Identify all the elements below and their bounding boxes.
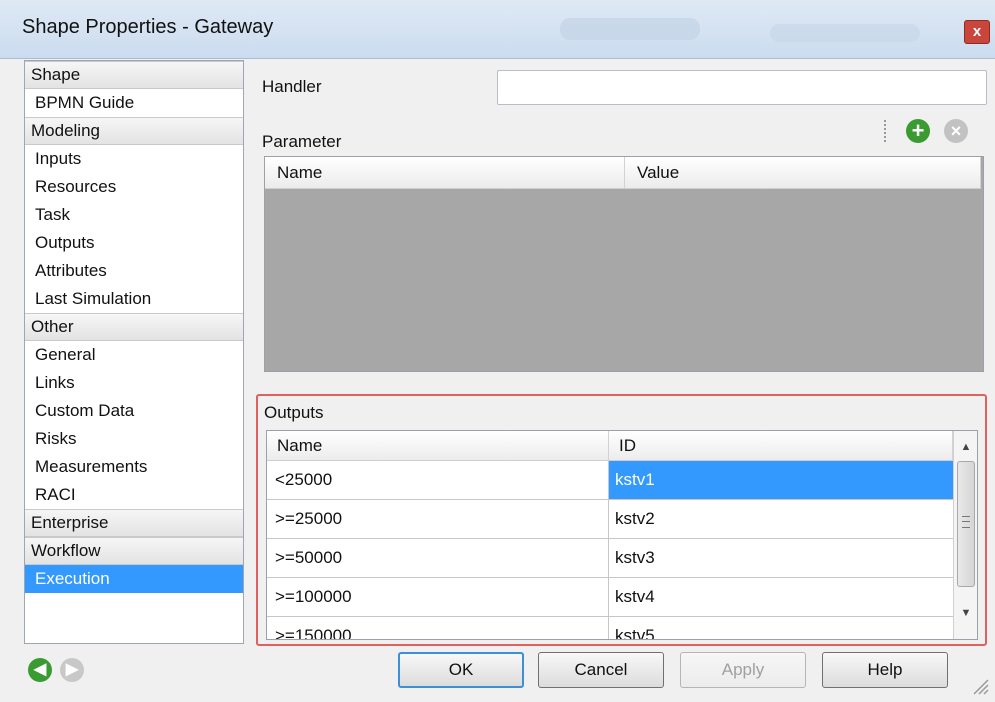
- nav-category-enterprise[interactable]: Enterprise: [25, 509, 243, 537]
- table-row[interactable]: <25000 kstv1: [267, 461, 953, 500]
- nav-item-custom-data[interactable]: Custom Data: [25, 397, 243, 425]
- output-id-cell[interactable]: kstv5: [609, 617, 953, 639]
- nav-item-measurements[interactable]: Measurements: [25, 453, 243, 481]
- forward-arrow-icon[interactable]: ▶: [60, 658, 84, 682]
- close-button[interactable]: x: [964, 20, 990, 44]
- nav-category-workflow[interactable]: Workflow: [25, 537, 243, 565]
- table-row[interactable]: >=150000 kstv5: [267, 617, 953, 639]
- nav-category-modeling[interactable]: Modeling: [25, 117, 243, 145]
- cancel-button[interactable]: Cancel: [538, 652, 664, 688]
- outputs-section: Outputs Name ID <25000 kstv1 >=25000 kst…: [256, 394, 987, 646]
- title-bar-decoration: [770, 24, 920, 42]
- title-bar: Shape Properties - Gateway x: [0, 0, 995, 59]
- help-button[interactable]: Help: [822, 652, 948, 688]
- outputs-col-id[interactable]: ID: [609, 431, 953, 461]
- nav-item-general[interactable]: General: [25, 341, 243, 369]
- apply-button[interactable]: Apply: [680, 652, 806, 688]
- table-row[interactable]: >=50000 kstv3: [267, 539, 953, 578]
- delete-parameter-icon[interactable]: ×: [944, 119, 968, 143]
- parameter-grid[interactable]: Name Value: [264, 156, 984, 372]
- outputs-label: Outputs: [264, 403, 324, 422]
- ok-button[interactable]: OK: [398, 652, 524, 688]
- nav-item-raci[interactable]: RACI: [25, 481, 243, 509]
- nav-item-resources[interactable]: Resources: [25, 173, 243, 201]
- nav-item-links[interactable]: Links: [25, 369, 243, 397]
- nav-category-shape[interactable]: Shape: [25, 61, 243, 89]
- output-id-cell[interactable]: kstv2: [609, 500, 953, 538]
- output-id-cell[interactable]: kstv3: [609, 539, 953, 577]
- nav-item-bpmn-guide[interactable]: BPMN Guide: [25, 89, 243, 117]
- scroll-down-icon[interactable]: ▼: [954, 601, 977, 625]
- outputs-scrollbar[interactable]: ▲ ▼: [953, 431, 977, 639]
- add-parameter-icon[interactable]: +: [906, 119, 930, 143]
- window-title: Shape Properties - Gateway: [22, 16, 274, 38]
- nav-item-inputs[interactable]: Inputs: [25, 145, 243, 173]
- title-bar-decoration: [560, 18, 700, 40]
- output-name-cell[interactable]: >=50000: [267, 539, 609, 577]
- output-name-cell[interactable]: >=100000: [267, 578, 609, 616]
- scroll-thumb[interactable]: [957, 461, 975, 587]
- output-id-cell[interactable]: kstv1: [609, 461, 953, 499]
- output-name-cell[interactable]: >=150000: [267, 617, 609, 639]
- output-name-cell[interactable]: >=25000: [267, 500, 609, 538]
- output-id-cell[interactable]: kstv4: [609, 578, 953, 616]
- handler-input[interactable]: [497, 70, 987, 105]
- parameter-col-value[interactable]: Value: [625, 157, 981, 189]
- nav-item-risks[interactable]: Risks: [25, 425, 243, 453]
- nav-item-last-simulation[interactable]: Last Simulation: [25, 285, 243, 313]
- parameter-toolbar: + ×: [880, 114, 980, 148]
- handler-label: Handler: [262, 77, 322, 96]
- back-arrow-icon[interactable]: ◀: [28, 658, 52, 682]
- property-nav: Shape BPMN Guide Modeling Inputs Resourc…: [24, 60, 244, 644]
- nav-item-task[interactable]: Task: [25, 201, 243, 229]
- outputs-col-name[interactable]: Name: [267, 431, 609, 461]
- outputs-grid[interactable]: Name ID <25000 kstv1 >=25000 kstv2 >=500…: [266, 430, 978, 640]
- parameter-label: Parameter: [262, 132, 342, 151]
- parameter-col-name[interactable]: Name: [265, 157, 625, 189]
- table-row[interactable]: >=100000 kstv4: [267, 578, 953, 617]
- output-name-cell[interactable]: <25000: [267, 461, 609, 499]
- nav-item-execution[interactable]: Execution: [25, 565, 243, 593]
- resize-grip-icon[interactable]: [968, 674, 990, 696]
- nav-category-other[interactable]: Other: [25, 313, 243, 341]
- outputs-header: Name ID: [267, 431, 953, 461]
- nav-item-outputs[interactable]: Outputs: [25, 229, 243, 257]
- table-row[interactable]: >=25000 kstv2: [267, 500, 953, 539]
- nav-item-attributes[interactable]: Attributes: [25, 257, 243, 285]
- scroll-up-icon[interactable]: ▲: [954, 435, 977, 459]
- toolbar-grip: [884, 120, 889, 142]
